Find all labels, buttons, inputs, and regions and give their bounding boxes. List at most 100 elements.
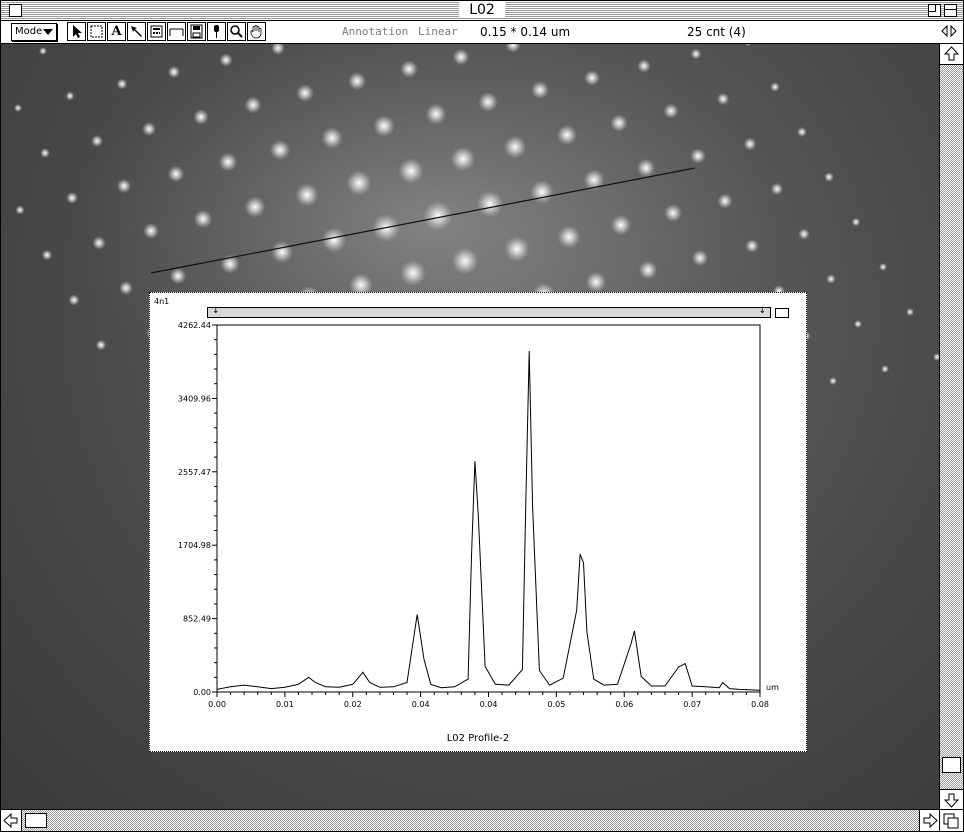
diffraction-spot — [826, 274, 836, 284]
image-window: L02 Mode A Annotation Linear 0.15 * 0.14… — [0, 0, 964, 832]
dimensions-readout: 0.15 * 0.14 um — [480, 25, 571, 39]
diffraction-spot — [854, 320, 862, 328]
count-readout: 25 cnt (4) — [687, 25, 746, 39]
diffraction-spot — [66, 192, 78, 204]
annotation-label: Annotation — [342, 25, 409, 38]
diffraction-spot — [770, 82, 780, 92]
y-tick-label: 0.00 — [193, 688, 211, 697]
diffraction-spot — [400, 60, 418, 78]
horizontal-scrollbar[interactable] — [1, 809, 940, 831]
diffraction-spot — [348, 72, 366, 90]
diffraction-spot — [295, 183, 319, 207]
y-tick-label: 1704.98 — [178, 541, 211, 550]
diffraction-spot — [116, 178, 132, 194]
y-tick-label: 852.49 — [183, 615, 211, 624]
diffraction-spot — [68, 294, 80, 306]
line-tool-icon[interactable] — [167, 22, 186, 41]
diffraction-spot — [797, 127, 807, 137]
tool-palette: A — [67, 22, 267, 42]
diffraction-spot — [557, 225, 581, 249]
diffraction-spot — [41, 249, 53, 261]
diffraction-spot — [476, 190, 504, 218]
zoom-box-icon[interactable] — [928, 4, 941, 17]
diffraction-spot — [95, 339, 107, 351]
diffraction-spot — [450, 146, 476, 172]
x-axis-label: um — [766, 683, 779, 692]
diffraction-spot — [270, 240, 294, 264]
toolbar: Mode A Annotation Linear 0.15 * 0.14 um … — [1, 21, 963, 44]
x-tick-label: 0.02 — [344, 700, 362, 709]
profile-chart: 0.00 852.49 1704.98 2557.47 3409.96 4262.44 0.… — [178, 321, 779, 709]
diffraction-spot — [321, 227, 347, 253]
scroll-up-arrow-icon[interactable] — [940, 44, 963, 65]
arrow-pointer-icon[interactable] — [67, 22, 86, 41]
diffraction-spot — [14, 104, 22, 112]
diffraction-spot — [346, 170, 372, 196]
scroll-left-arrow-icon[interactable] — [1, 810, 22, 831]
y-tick-label: 4262.44 — [178, 321, 211, 330]
diffraction-spot — [637, 59, 651, 73]
left-right-arrows-icon[interactable] — [941, 23, 957, 39]
hand-icon[interactable] — [247, 22, 266, 41]
close-box-icon[interactable] — [9, 4, 22, 17]
chart-title: L02 Profile-2 — [446, 733, 510, 744]
y-tick-label: 3409.96 — [178, 394, 211, 403]
diffraction-spot — [451, 247, 479, 275]
horizontal-scroll-thumb[interactable] — [25, 813, 47, 828]
diffraction-spot — [244, 96, 262, 114]
text-tool-icon[interactable]: A — [107, 22, 126, 41]
diffraction-spot — [193, 209, 213, 229]
scroll-down-arrow-icon[interactable] — [940, 789, 963, 810]
vertical-scrollbar[interactable] — [939, 44, 963, 810]
diffraction-spot — [39, 47, 47, 55]
vertical-scroll-thumb[interactable] — [942, 757, 961, 773]
diffraction-spot — [636, 158, 656, 178]
diffraction-spot — [851, 217, 861, 227]
diffraction-spot — [142, 122, 156, 136]
diffraction-spot — [321, 127, 343, 149]
diffraction-spot — [531, 81, 549, 99]
x-tick-label: 0.07 — [683, 700, 701, 709]
diffraction-spot — [478, 92, 498, 112]
scroll-right-arrow-icon[interactable] — [919, 810, 940, 831]
scale-label: Linear — [418, 25, 458, 38]
mode-menu[interactable]: Mode — [11, 23, 58, 41]
x-tick-label: 0.04 — [480, 700, 498, 709]
diffraction-spot — [610, 214, 632, 236]
diffraction-spot — [829, 377, 837, 385]
text-tool-label: A — [111, 24, 122, 39]
y-tick-label: 2557.47 — [178, 468, 211, 477]
diffraction-spot — [691, 249, 709, 267]
diffraction-spot — [92, 236, 106, 250]
diffraction-spot — [373, 115, 395, 137]
x-tick-label: 0.06 — [615, 700, 633, 709]
floppy-disk-icon[interactable] — [187, 22, 206, 41]
magnifier-icon[interactable] — [227, 22, 246, 41]
line-pointer-icon[interactable] — [127, 22, 146, 41]
diffraction-spot — [504, 236, 530, 262]
plot-frame — [216, 324, 761, 693]
diffraction-spot — [219, 53, 233, 67]
diffraction-spot — [610, 114, 628, 132]
diffraction-spot — [143, 223, 159, 239]
profile-window[interactable]: 4n1 ↓ ↓ 0.00 852.49 1704.98 2557.47 3409.96 4… — [149, 292, 807, 752]
diffraction-spot — [398, 158, 424, 184]
diffraction-spot — [798, 228, 810, 240]
x-tick-label: 0.05 — [547, 700, 565, 709]
title-bar[interactable]: L02 — [1, 1, 963, 21]
grow-box-icon[interactable] — [939, 809, 963, 831]
diffraction-spot — [638, 260, 658, 280]
marquee-icon[interactable] — [87, 22, 106, 41]
pen-icon[interactable] — [207, 22, 226, 41]
diffraction-spot — [585, 271, 607, 293]
diffraction-spot — [15, 205, 25, 215]
calculator-icon[interactable] — [147, 22, 166, 41]
diffraction-spot — [296, 84, 314, 102]
mode-label: Mode — [15, 26, 43, 37]
diffraction-spot — [65, 91, 75, 101]
diffraction-spot — [879, 263, 887, 271]
diffraction-spot — [690, 148, 706, 164]
collapse-box-icon[interactable] — [944, 4, 957, 17]
diffraction-spot — [690, 48, 702, 60]
diffraction-spot — [425, 103, 447, 125]
